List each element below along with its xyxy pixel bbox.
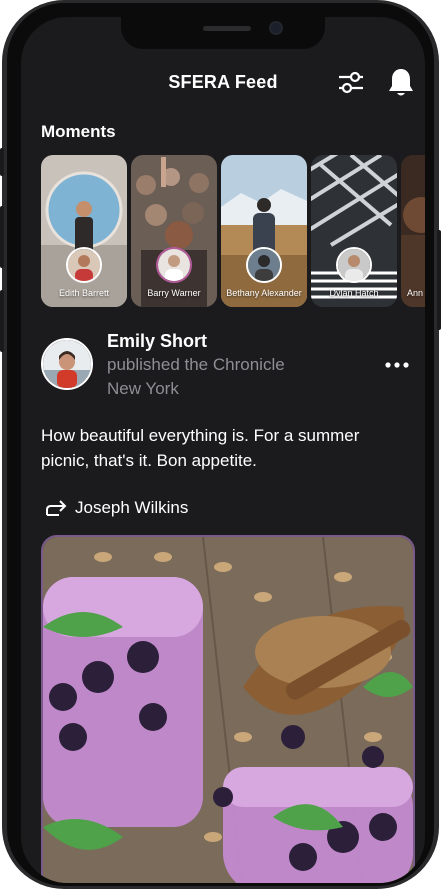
front-camera (269, 21, 283, 35)
moment-card[interactable]: Ann (401, 155, 425, 307)
side-button (0, 290, 4, 352)
moment-name: Dylan Hatch (329, 288, 379, 298)
author-name[interactable]: Emily Short (107, 331, 207, 352)
moment-image (311, 155, 397, 307)
moment-image (131, 155, 217, 307)
moment-image (401, 155, 425, 307)
moment-name: Ann (407, 288, 424, 298)
moment-card[interactable]: Edith Barrett (41, 155, 127, 307)
moment-card[interactable]: Barry Warner (131, 155, 217, 307)
avatar (336, 247, 372, 283)
speaker (203, 26, 251, 31)
side-button (0, 148, 4, 176)
side-button (0, 206, 4, 268)
post-caption: How beautiful everything is. For a summe… (41, 426, 360, 470)
author-avatar-image (43, 340, 91, 388)
phone-bezel: SFERA Feed Moments Edith Barrett Barry W… (7, 3, 434, 886)
notch (121, 17, 325, 49)
more-options-button[interactable] (383, 357, 413, 373)
post-location: New York (107, 379, 179, 398)
more-dots-icon (385, 362, 409, 368)
moment-name: Barry Warner (147, 288, 201, 298)
repost-indicator (45, 498, 69, 520)
sliders-icon (339, 71, 363, 94)
moments-heading: Moments (41, 122, 116, 141)
moment-image (41, 155, 127, 307)
moment-image (221, 155, 307, 307)
side-button (437, 230, 441, 330)
repost-icon (46, 500, 67, 516)
author-avatar[interactable] (41, 338, 93, 390)
screen: SFERA Feed Moments Edith Barrett Barry W… (21, 17, 425, 883)
notifications-button[interactable] (387, 67, 415, 97)
post-photo[interactable] (41, 535, 415, 883)
moment-card[interactable]: Dylan Hatch (311, 155, 397, 307)
phone-frame: SFERA Feed Moments Edith Barrett Barry W… (0, 0, 441, 889)
post-action: published the Chronicle (107, 355, 285, 374)
avatar (66, 247, 102, 283)
moment-card[interactable]: Bethany Alexander (221, 155, 307, 307)
moments-carousel[interactable]: Edith Barrett Barry Warner Bethany Alexa… (41, 155, 425, 307)
moment-name: Edith Barrett (58, 288, 110, 298)
post-photo-image (43, 537, 413, 883)
avatar (246, 247, 282, 283)
avatar (156, 247, 192, 283)
reposted-by-name[interactable]: Joseph Wilkins (75, 498, 188, 518)
moment-name: Bethany Alexander (226, 288, 302, 298)
filter-button[interactable] (337, 69, 365, 97)
bell-icon (389, 69, 413, 96)
